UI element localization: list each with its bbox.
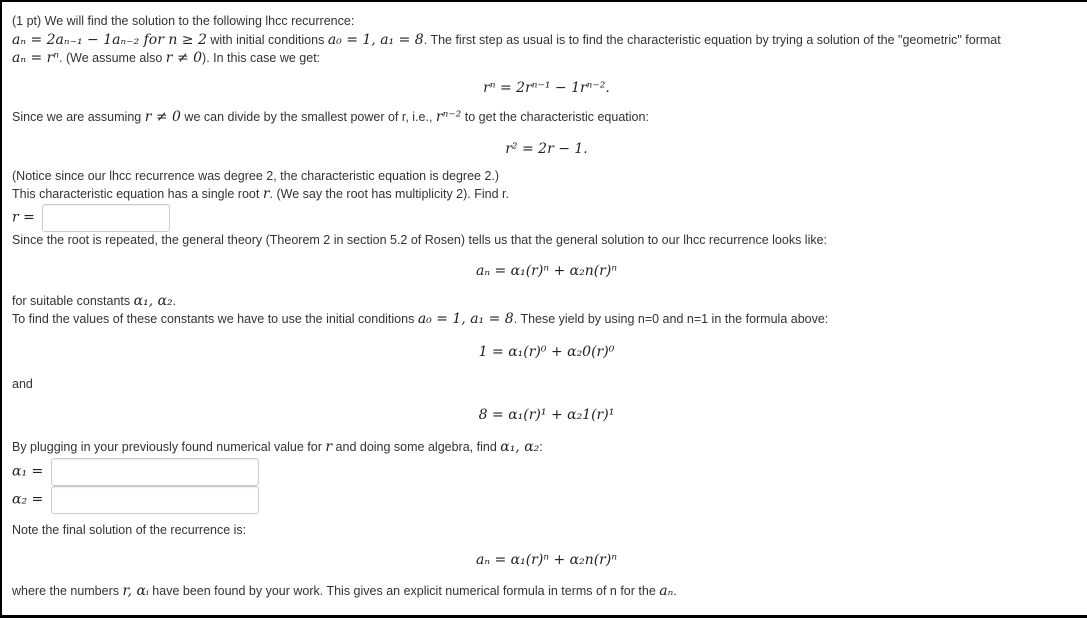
text: To find the values of these constants we…: [12, 312, 418, 326]
text: Since we are assuming: [12, 110, 145, 124]
math: rⁿ⁻²: [435, 109, 462, 125]
math: aₙ: [659, 583, 674, 599]
equation-n1: 8 = α₁(r)¹ + α₂1(r)¹: [478, 407, 615, 423]
math: r: [262, 186, 270, 202]
repeated-line: Since the root is repeated, the general …: [12, 233, 828, 247]
text: where the numbers: [12, 584, 123, 598]
math: a₀ = 1, a₁ = 8: [417, 311, 514, 327]
math: r ≠ 0: [144, 109, 181, 125]
text: to get the characteristic equation:: [461, 110, 649, 124]
alpha1-label: α₁ =: [12, 463, 44, 480]
general-solution-equation: aₙ = α₁(r)ⁿ + α₂n(r)ⁿ: [475, 263, 617, 279]
assume-math: r ≠ 0: [165, 50, 203, 66]
geometric-math: aₙ = rⁿ: [12, 50, 60, 66]
alpha2-answer-input[interactable]: [50, 486, 259, 514]
text: ). In this case we get:: [202, 51, 321, 65]
suitable-line: for suitable constants α₁, α₂.: [12, 292, 176, 310]
alpha2-label: α₂ =: [12, 491, 44, 508]
text: . The first step as usual is to find the…: [423, 33, 1001, 47]
text: .: [673, 584, 677, 598]
and-text: and: [12, 377, 33, 391]
single-root-line: This characteristic equation has a singl…: [12, 185, 509, 203]
text: and doing some algebra, find: [332, 440, 501, 454]
intro-line-1: (1 pt) We will find the solution to the …: [12, 14, 355, 28]
alpha2-answer-row: α₂ =: [12, 486, 259, 514]
alpha1-answer-input[interactable]: [50, 458, 259, 486]
r-answer-row: r =: [12, 204, 171, 232]
initial-conditions-math: a₀ = 1, a₁ = 8: [327, 32, 424, 48]
text: . (We say the root has multiplicity 2). …: [269, 187, 509, 201]
math: α₁, α₂: [133, 293, 173, 309]
text: This characteristic equation has a singl…: [12, 187, 263, 201]
text: .: [172, 294, 177, 308]
intro-line-2: aₙ = 2aₙ₋₁ − 1aₙ₋₂ for n ≥ 2 with initia…: [12, 31, 1001, 49]
characteristic-equation: r² = 2r − 1.: [505, 141, 588, 157]
tofind-line: To find the values of these constants we…: [12, 310, 828, 328]
notice-line: (Notice since our lhcc recurrence was de…: [12, 169, 500, 183]
note-final-line: Note the final solution of the recurrenc…: [12, 523, 247, 537]
text: By plugging in your previously found num…: [12, 440, 326, 454]
problem-frame: (1 pt) We will find the solution to the …: [0, 0, 1087, 618]
text: . (We assume also: [59, 51, 166, 65]
final-solution-equation: aₙ = α₁(r)ⁿ + α₂n(r)ⁿ: [475, 552, 617, 568]
math: r, αᵢ: [122, 583, 149, 599]
text: . These yield by using n=0 and n=1 in th…: [513, 312, 829, 326]
plugging-line: By plugging in your previously found num…: [12, 438, 543, 456]
text: :: [539, 440, 543, 454]
r-answer-input[interactable]: [42, 204, 171, 232]
equation-rn: rⁿ = 2rⁿ⁻¹ − 1rⁿ⁻².: [483, 80, 610, 96]
alpha1-answer-row: α₁ =: [12, 458, 259, 486]
recurrence-math: aₙ = 2aₙ₋₁ − 1aₙ₋₂ for n ≥ 2: [12, 32, 207, 48]
text: for suitable constants: [12, 294, 134, 308]
divide-line: Since we are assuming r ≠ 0 we can divid…: [12, 108, 649, 126]
text: we can divide by the smallest power of r…: [180, 110, 436, 124]
r-label: r =: [12, 209, 35, 226]
text: with initial conditions: [206, 33, 328, 47]
math: α₁, α₂: [500, 439, 540, 455]
where-line: where the numbers r, αᵢ have been found …: [12, 582, 677, 600]
text: have been found by your work. This gives…: [148, 584, 660, 598]
intro-line-3: aₙ = rⁿ. (We assume also r ≠ 0). In this…: [12, 49, 320, 67]
equation-n0: 1 = α₁(r)⁰ + α₂0(r)⁰: [478, 344, 615, 360]
